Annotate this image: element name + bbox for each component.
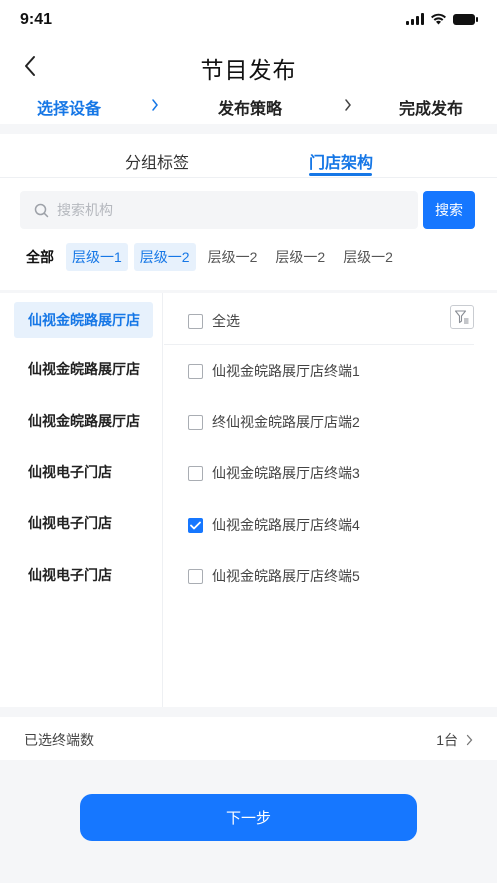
filter-icon [454, 310, 469, 324]
level-chip[interactable]: 层级一2 [269, 243, 331, 271]
selected-count-value: 1台 [436, 732, 458, 748]
tab-store-structure[interactable]: 门店架构 [309, 149, 373, 173]
chevron-right-icon [152, 99, 158, 111]
selected-count-label: 已选终端数 [24, 732, 94, 748]
search-icon [34, 203, 49, 217]
selected-summary: 已选终端数 1台 [0, 717, 497, 760]
check-icon [190, 521, 201, 529]
terminal-item[interactable]: 仙视金皖路展厅店终端3 [188, 463, 360, 483]
tab-underline [309, 173, 372, 176]
status-time: 9:41 [20, 11, 53, 28]
device-selector: 仙视金皖路展厅店 仙视金皖路展厅店 仙视金皖路展厅店 仙视电子门店 仙视电子门店… [0, 293, 497, 707]
store-list-item[interactable]: 仙视电子门店 [14, 454, 153, 490]
terminal-list: 全选 仙视金皖路展厅店终端1 终仙视金皖路展厅店端2 仙视金皖路展厅店终端3 仙… [164, 293, 497, 707]
search-area: 搜索 全部 层级一1 层级一2 层级一2 层级一2 层级一2 [0, 178, 497, 290]
checkbox-icon [188, 568, 203, 584]
checkbox-checked-icon [188, 517, 203, 533]
terminal-label: 仙视金皖路展厅店终端5 [212, 568, 360, 584]
chevron-right-icon [345, 99, 351, 111]
terminal-item[interactable]: 仙视金皖路展厅店终端4 [188, 515, 360, 535]
search-box[interactable] [20, 191, 418, 229]
select-all-checkbox[interactable]: 全选 [188, 311, 240, 331]
store-list-item[interactable]: 仙视电子门店 [14, 505, 153, 541]
wifi-icon [431, 13, 446, 25]
terminal-label: 仙视金皖路展厅店终端3 [212, 465, 360, 481]
status-bar: 9:41 [0, 0, 497, 44]
checkbox-icon [188, 363, 203, 379]
tab-group-tags[interactable]: 分组标签 [125, 149, 189, 173]
filter-button[interactable] [450, 305, 474, 329]
checkbox-icon [188, 465, 203, 481]
step-indicator: 选择设备 发布策略 完成发布 [0, 88, 497, 124]
page-title: 节目发布 [200, 57, 297, 83]
terminal-item[interactable]: 仙视金皖路展厅店终端5 [188, 566, 360, 586]
store-list: 仙视金皖路展厅店 仙视金皖路展厅店 仙视金皖路展厅店 仙视电子门店 仙视电子门店… [0, 293, 163, 707]
terminal-label: 仙视金皖路展厅店终端4 [212, 517, 360, 533]
select-all-row: 全选 [164, 293, 474, 345]
nav-bar: 节目发布 [0, 44, 497, 88]
store-list-item[interactable]: 仙视金皖路展厅店 [14, 302, 153, 338]
level-chip[interactable]: 层级一2 [337, 243, 399, 271]
terminal-item[interactable]: 仙视金皖路展厅店终端1 [188, 361, 360, 381]
step-finish-publish[interactable]: 完成发布 [399, 95, 463, 119]
level-filter: 全部 层级一1 层级一2 层级一2 层级一2 层级一2 [20, 243, 399, 271]
store-list-item[interactable]: 仙视金皖路展厅店 [14, 351, 153, 387]
selected-count-link[interactable]: 1台 [436, 730, 473, 750]
terminal-label: 终仙视金皖路展厅店端2 [212, 414, 360, 430]
step-publish-strategy[interactable]: 发布策略 [218, 95, 282, 119]
store-list-item[interactable]: 仙视电子门店 [14, 557, 153, 593]
chevron-right-icon [466, 734, 473, 746]
level-chip[interactable]: 层级一2 [133, 243, 196, 271]
battery-icon [453, 13, 478, 25]
store-list-item[interactable]: 仙视金皖路展厅店 [14, 403, 153, 439]
search-button[interactable]: 搜索 [423, 191, 475, 229]
search-input[interactable] [57, 202, 397, 218]
tab-bar: 分组标签 门店架构 [0, 134, 497, 178]
checkbox-icon [188, 313, 203, 329]
step-select-device[interactable]: 选择设备 [37, 95, 101, 119]
level-chip[interactable]: 层级一1 [66, 243, 128, 271]
level-all[interactable]: 全部 [20, 243, 60, 271]
status-icons [406, 13, 478, 25]
signal-icon [406, 13, 424, 25]
terminal-item[interactable]: 终仙视金皖路展厅店端2 [188, 412, 360, 432]
level-chip[interactable]: 层级一2 [202, 243, 264, 271]
terminal-label: 仙视金皖路展厅店终端1 [212, 363, 360, 379]
select-all-label: 全选 [212, 313, 240, 329]
next-step-button[interactable]: 下一步 [80, 794, 417, 841]
checkbox-icon [188, 414, 203, 430]
